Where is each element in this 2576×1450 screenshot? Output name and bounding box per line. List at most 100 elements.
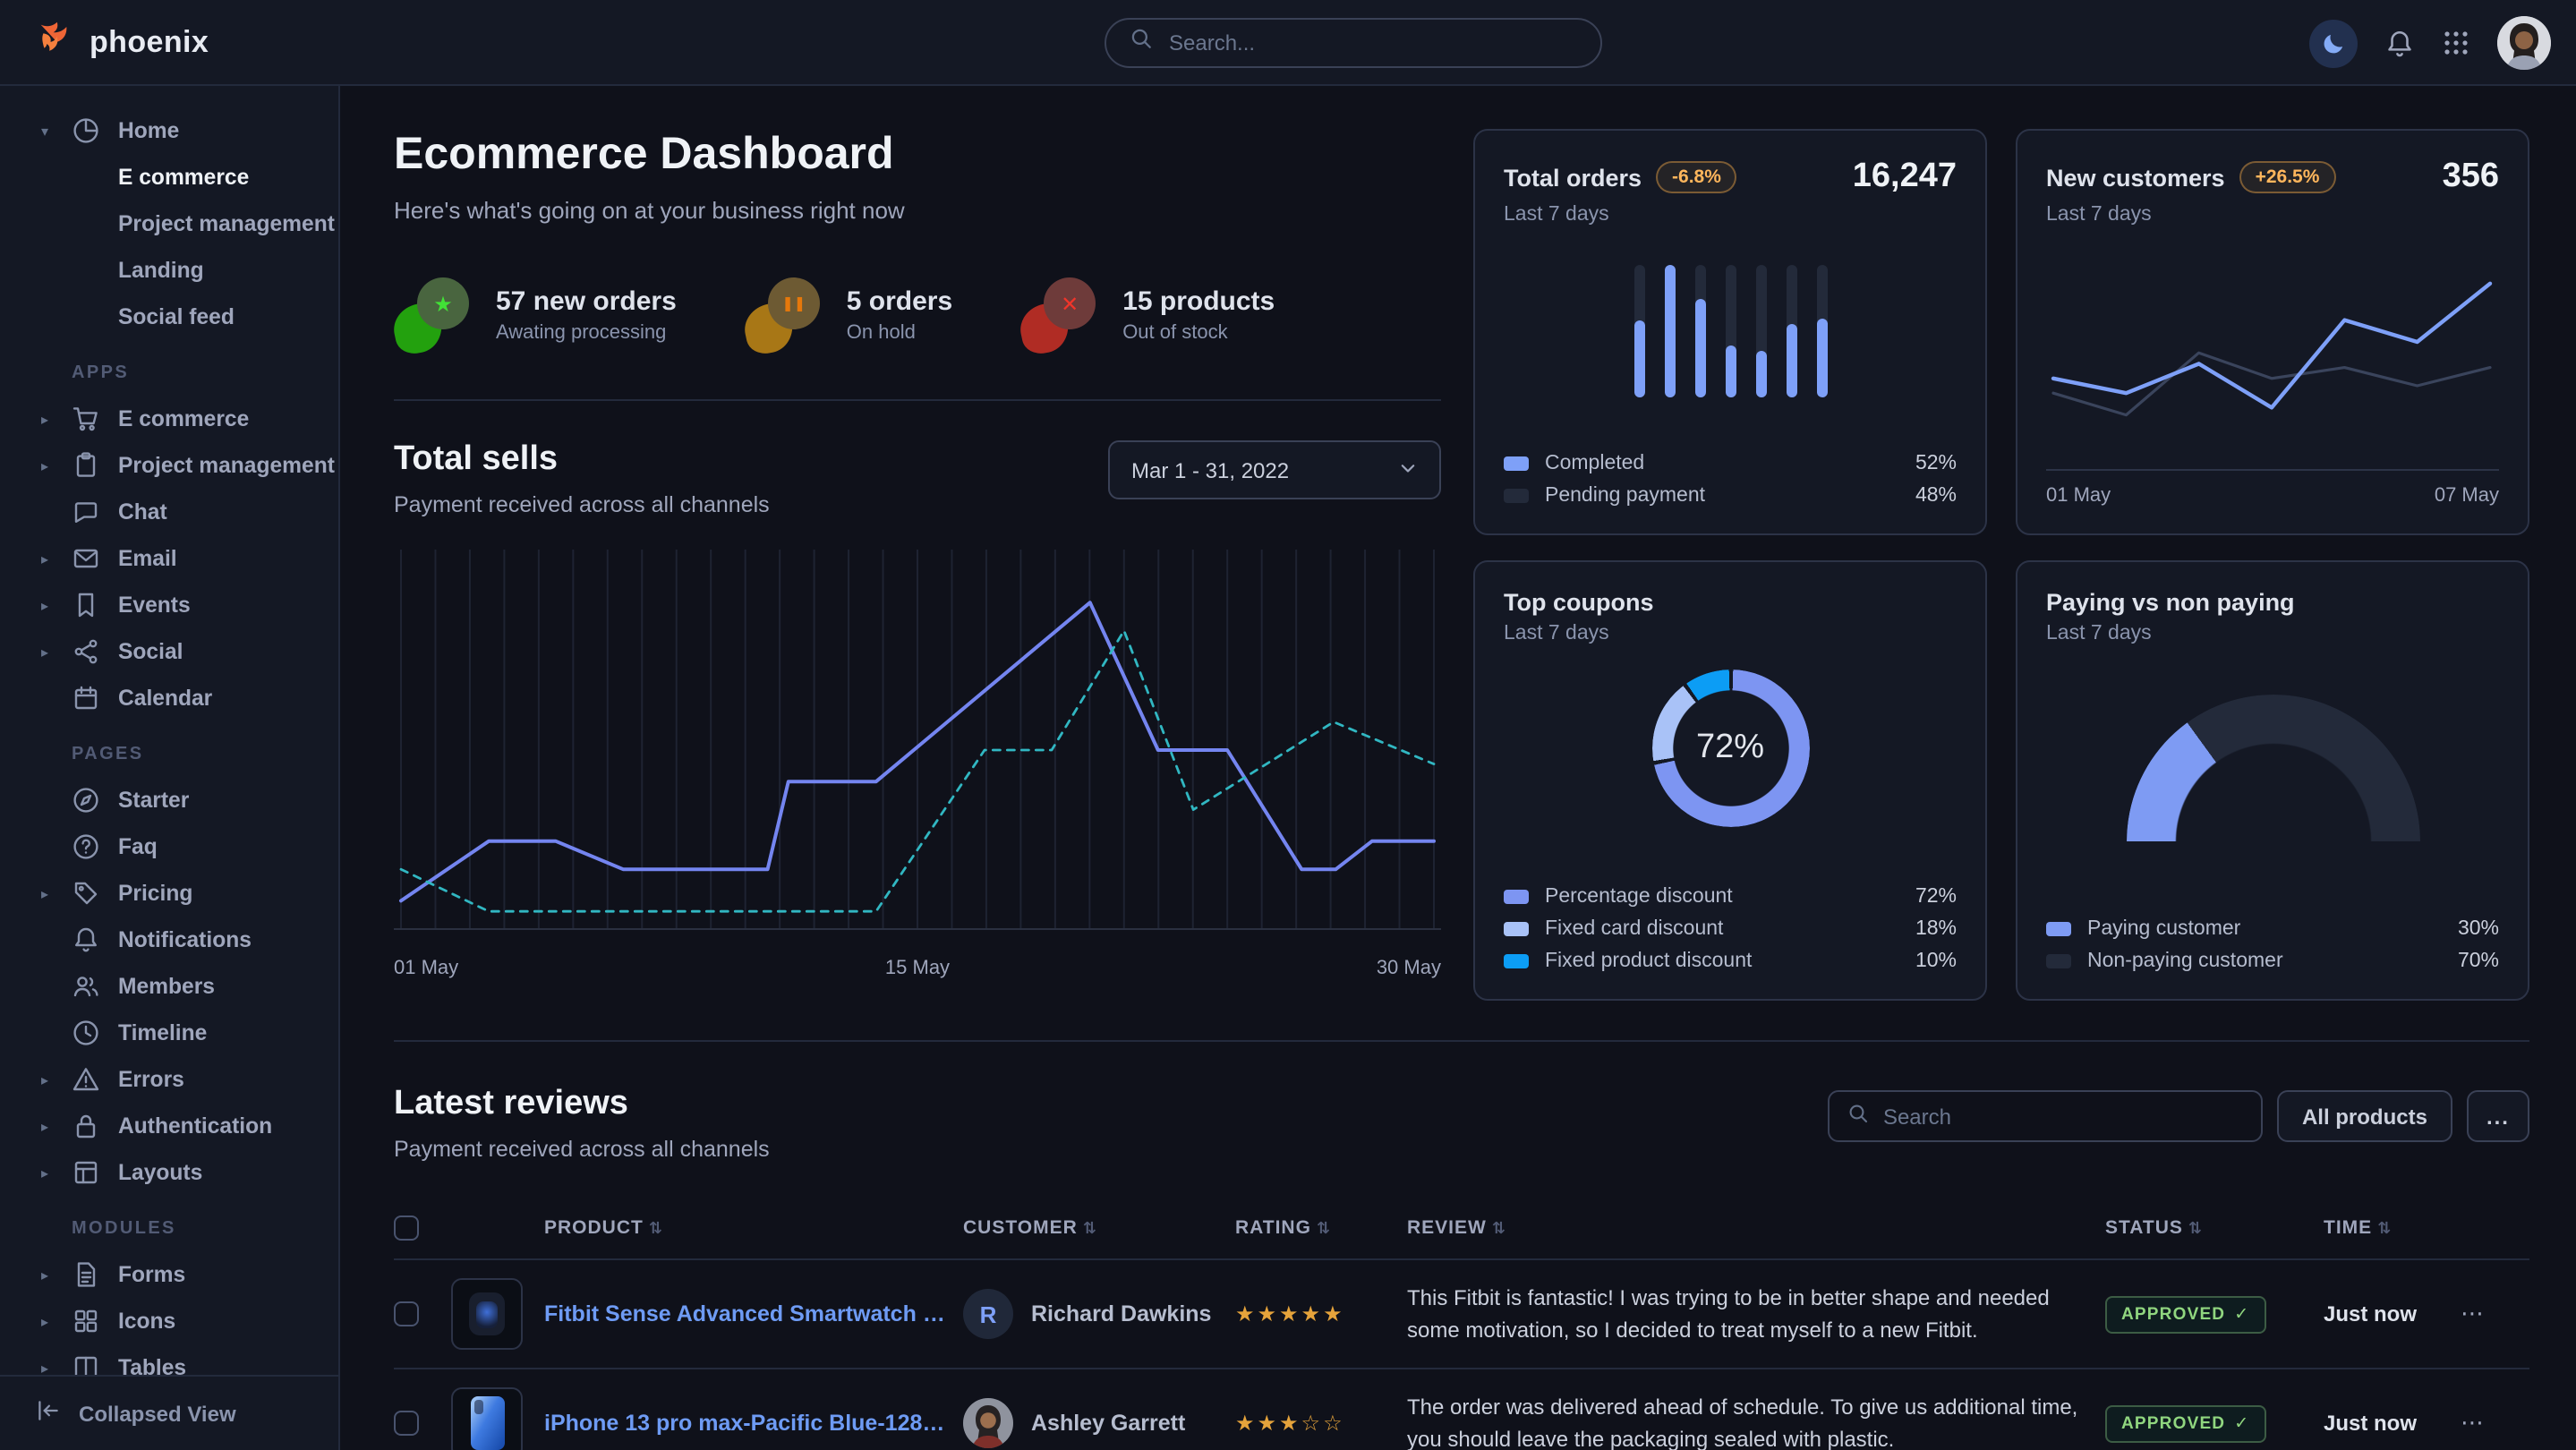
sidebar-subitem-social-feed[interactable]: Social feed — [29, 294, 328, 340]
table-row: iPhone 13 pro max-Pacific Blue-128GB sto… — [394, 1368, 2529, 1450]
warning-icon — [72, 1065, 100, 1094]
brand-logo[interactable]: phoenix — [32, 0, 209, 86]
envelope-icon — [72, 544, 100, 573]
x-label-start: 01 May — [394, 958, 458, 979]
sidebar-item-project-management[interactable]: ▸Project management — [29, 442, 328, 489]
caret-icon: ▾ — [41, 123, 48, 139]
user-avatar[interactable] — [2497, 16, 2551, 70]
check-icon: ✓ — [2234, 1413, 2249, 1433]
bell-icon — [2384, 28, 2415, 58]
sidebar-item-tables[interactable]: ▸Tables — [29, 1344, 328, 1375]
total-orders-bar-chart — [1504, 265, 1957, 397]
apps-grid-icon — [2442, 29, 2470, 57]
product-thumbnail[interactable] — [451, 1387, 523, 1450]
sidebar-item-timeline[interactable]: Timeline — [29, 1010, 328, 1056]
sort-icon: ⇅ — [649, 1219, 663, 1237]
sidebar-item-label: Project management — [118, 453, 335, 478]
sidebar-item-pricing[interactable]: ▸Pricing — [29, 870, 328, 917]
reviews-subtitle: Payment received across all channels — [394, 1137, 770, 1162]
top-coupons-legend: Percentage discount 72% Fixed card disco… — [1504, 886, 1957, 972]
select-all-checkbox[interactable] — [394, 1215, 419, 1241]
check-icon: ✓ — [2234, 1304, 2249, 1324]
sidebar-item-authentication[interactable]: ▸Authentication — [29, 1103, 328, 1149]
reviews-search[interactable] — [1828, 1090, 2263, 1142]
legend-swatch — [1504, 890, 1529, 904]
stat-awating-processing: ★ 57 new orders Awating processing — [394, 277, 677, 353]
caret-icon: ▸ — [41, 1164, 48, 1181]
stat-desc: On hold — [847, 322, 952, 344]
theme-toggle-button[interactable] — [2309, 19, 2358, 67]
row-more-button[interactable]: ⋯ — [2449, 1409, 2495, 1437]
col-customer[interactable]: CUSTOMER⇅ — [963, 1217, 1224, 1239]
sidebar-item-faq[interactable]: Faq — [29, 823, 328, 870]
collapsed-view-toggle[interactable]: Collapsed View — [0, 1375, 338, 1450]
sidebar-item-chat[interactable]: Chat — [29, 489, 328, 535]
caret-icon: ▸ — [41, 597, 48, 613]
total-orders-badge: -6.8% — [1656, 161, 1737, 193]
total-orders-period: Last 7 days — [1504, 204, 1957, 226]
notifications-button[interactable] — [2384, 28, 2415, 58]
sidebar-item-e-commerce[interactable]: ▸E commerce — [29, 396, 328, 442]
global-search[interactable] — [1105, 18, 1602, 68]
reviews-search-input[interactable] — [1883, 1104, 2243, 1129]
col-status[interactable]: STATUS⇅ — [2105, 1217, 2313, 1239]
product-thumbnail[interactable] — [451, 1278, 523, 1350]
sidebar-subitem-project-management[interactable]: Project management — [29, 200, 328, 247]
row-checkbox[interactable] — [394, 1411, 419, 1436]
sidebar-subitem-landing[interactable]: Landing — [29, 247, 328, 294]
total-sells-subtitle: Payment received across all channels — [394, 492, 770, 517]
search-icon — [1847, 1100, 1869, 1132]
legend-label: Percentage discount — [1545, 886, 1733, 908]
all-products-filter-button[interactable]: All products — [2277, 1090, 2452, 1142]
sidebar-item-members[interactable]: Members — [29, 963, 328, 1010]
customer-name: Ashley Garrett — [1031, 1411, 1185, 1436]
sidebar-item-errors[interactable]: ▸Errors — [29, 1056, 328, 1103]
legend-swatch — [1504, 489, 1529, 503]
sidebar-item-calendar[interactable]: Calendar — [29, 675, 328, 721]
col-time[interactable]: TIME⇅ — [2324, 1217, 2438, 1239]
quick-stats: ★ 57 new orders Awating processing ❚❚ 5 … — [394, 277, 1441, 401]
sidebar-item-label: Starter — [118, 788, 189, 813]
moon-icon — [2321, 30, 2346, 55]
top-coupons-period: Last 7 days — [1504, 623, 1957, 644]
legend-swatch — [1504, 456, 1529, 471]
sort-icon: ⇅ — [1317, 1219, 1331, 1237]
new-customers-value: 356 — [2443, 158, 2499, 197]
product-link[interactable]: Fitbit Sense Advanced Smartwatch with To… — [544, 1301, 952, 1326]
sidebar-item-forms[interactable]: ▸Forms — [29, 1251, 328, 1298]
paying-title: Paying vs non paying — [2046, 589, 2295, 616]
sidebar-item-label: Pricing — [118, 881, 192, 906]
sidebar-item-starter[interactable]: Starter — [29, 777, 328, 823]
status-badge: APPROVED ✓ — [2105, 1404, 2265, 1442]
search-input[interactable] — [1169, 30, 1577, 55]
page-subtitle: Here's what's going on at your business … — [394, 197, 1441, 224]
legend-label: Fixed product discount — [1545, 951, 1752, 972]
top-coupons-donut-chart: 72% — [1651, 670, 1809, 827]
sidebar: ▾HomeE commerceProject managementLanding… — [0, 86, 340, 1450]
review-text: The order was delivered ahead of schedul… — [1407, 1391, 2094, 1450]
total-orders-value: 16,247 — [1853, 158, 1957, 197]
col-rating[interactable]: RATING⇅ — [1235, 1217, 1396, 1239]
sidebar-subitem-e-commerce[interactable]: E commerce — [29, 154, 328, 200]
sidebar-item-notifications[interactable]: Notifications — [29, 917, 328, 963]
legend-value: 48% — [1915, 485, 1957, 507]
sidebar-item-events[interactable]: ▸Events — [29, 582, 328, 628]
date-range-select[interactable]: Mar 1 - 31, 2022 — [1108, 440, 1441, 499]
sidebar-item-home[interactable]: ▾Home — [29, 107, 328, 154]
row-more-button[interactable]: ⋯ — [2449, 1300, 2495, 1328]
col-review[interactable]: REVIEW⇅ — [1407, 1217, 2094, 1239]
order-bar — [1633, 265, 1644, 397]
sidebar-item-email[interactable]: ▸Email — [29, 535, 328, 582]
sidebar-item-social[interactable]: ▸Social — [29, 628, 328, 675]
product-link[interactable]: iPhone 13 pro max-Pacific Blue-128GB sto… — [544, 1411, 952, 1436]
top-coupons-title: Top coupons — [1504, 589, 1654, 616]
col-product[interactable]: PRODUCT⇅ — [544, 1217, 952, 1239]
sidebar-item-layouts[interactable]: ▸Layouts — [29, 1149, 328, 1196]
apps-menu-button[interactable] — [2442, 29, 2470, 57]
share-icon — [72, 637, 100, 666]
order-bar — [1816, 265, 1827, 397]
sidebar-item-icons[interactable]: ▸Icons — [29, 1298, 328, 1344]
more-options-button[interactable]: ... — [2467, 1090, 2529, 1142]
row-checkbox[interactable] — [394, 1301, 419, 1326]
legend-label: Non-paying customer — [2087, 951, 2283, 972]
